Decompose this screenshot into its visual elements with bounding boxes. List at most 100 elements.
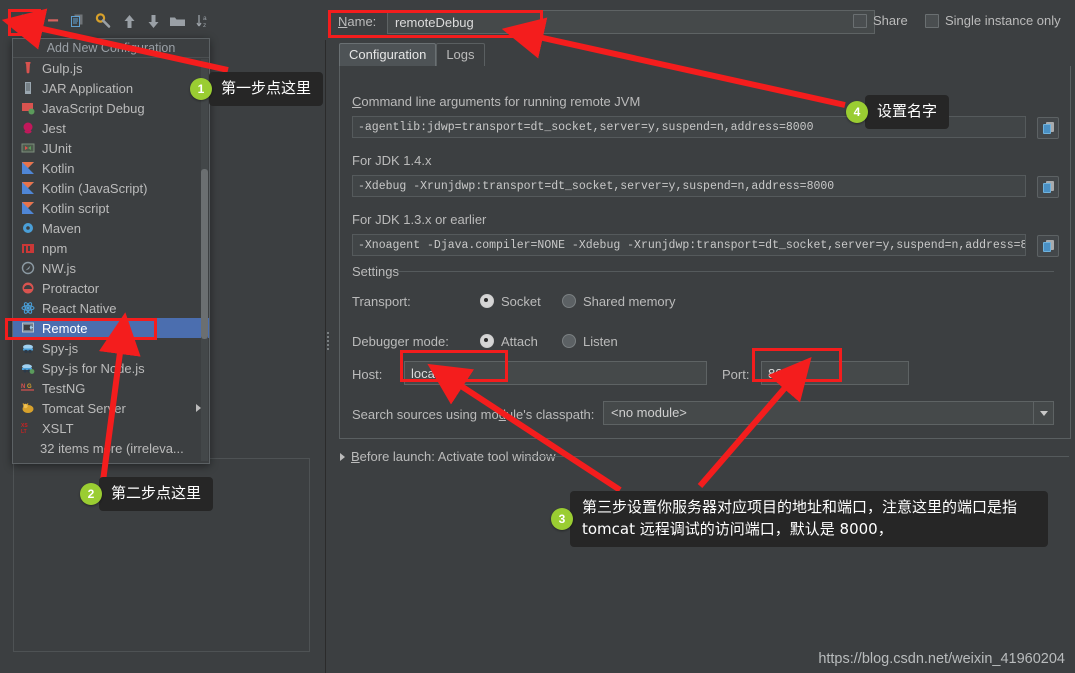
config-type-item-javascript-debug[interactable]: JavaScript Debug — [13, 98, 209, 118]
copy-jdk13-button[interactable] — [1037, 235, 1059, 257]
callout-4-text: 设置名字 — [858, 95, 950, 129]
before-launch-divider — [524, 456, 1069, 457]
popup-scrollbar-thumb[interactable] — [201, 169, 208, 339]
nwjs-icon — [21, 261, 35, 275]
debugger-mode-option-attach[interactable]: Attach — [480, 334, 538, 349]
search-sources-value: <no module> — [611, 405, 687, 420]
share-checkbox-label: Share — [873, 13, 908, 28]
configuration-type-list[interactable]: Gulp.js JAR Application JavaScript Debug Je… — [13, 58, 209, 458]
config-type-item-testng[interactable]: N G TestNG — [13, 378, 209, 398]
junit-icon — [21, 143, 35, 153]
single-instance-checkbox-box[interactable] — [925, 13, 939, 28]
config-type-item-kotlin-javascript[interactable]: Kotlin (JavaScript) — [13, 178, 209, 198]
settings-group-divider — [397, 271, 1054, 272]
port-input[interactable]: 8000 — [761, 361, 909, 385]
folder-icon-svg — [169, 17, 185, 26]
jest-icon — [21, 121, 35, 135]
radio-listen[interactable] — [562, 334, 576, 348]
config-type-item-spy-js-for-node-js[interactable]: Spy-js for Node.js — [13, 358, 209, 378]
config-type-item-react-native[interactable]: React Native — [13, 298, 209, 318]
sort-az-icon-svg: a z — [195, 15, 207, 29]
config-type-item-protractor[interactable]: Protractor — [13, 278, 209, 298]
splitter-dot — [327, 332, 329, 334]
config-type-item-nw-js[interactable]: NW.js — [13, 258, 209, 278]
move-up-icon[interactable] — [118, 10, 140, 32]
callout-1-text: 第一步点这里 — [202, 72, 324, 106]
svg-text:G: G — [27, 384, 32, 390]
config-type-label: Gulp.js — [42, 60, 83, 76]
remove-configuration-icon[interactable]: − — [42, 10, 64, 32]
config-type-label: React Native — [42, 300, 117, 316]
tomcat-icon — [22, 403, 34, 413]
config-type-item-kotlin-script[interactable]: Kotlin script — [13, 198, 209, 218]
new-folder-icon[interactable] — [166, 10, 188, 32]
name-input[interactable]: remoteDebug — [387, 10, 875, 34]
edit-templates-gear-icon[interactable] — [92, 10, 114, 32]
move-down-icon[interactable] — [142, 10, 164, 32]
config-type-more-label: 32 items more (irreleva... — [40, 440, 184, 456]
config-type-label: Spy-js — [42, 340, 79, 356]
config-type-label: Kotlin script — [42, 200, 110, 216]
editor-tabs[interactable]: Configuration Logs — [339, 42, 485, 66]
name-row: Name: remoteDebug Share Single instance … — [333, 10, 1075, 36]
share-checkbox[interactable]: Share — [853, 13, 908, 28]
nwjs-icon — [21, 261, 35, 275]
gulp-icon — [25, 62, 31, 74]
config-type-label: XSLT — [42, 420, 74, 436]
host-input[interactable]: localhost — [404, 361, 707, 385]
jdk13-heading: For JDK 1.3.x or earlier — [352, 212, 487, 227]
jest-icon — [23, 122, 33, 134]
kotlin-icon — [21, 181, 35, 195]
config-type-item-gulp-js[interactable]: Gulp.js — [13, 58, 209, 78]
single-instance-checkbox[interactable]: Single instance only — [925, 13, 1061, 28]
radio-socket[interactable] — [480, 294, 494, 308]
react-native-icon — [21, 302, 35, 314]
copy-cmdline-button[interactable] — [1037, 117, 1059, 139]
tab-configuration[interactable]: Configuration — [339, 43, 437, 66]
xslt-icon: XSLT — [21, 423, 28, 435]
config-type-item-maven[interactable]: Maven — [13, 218, 209, 238]
jdk14-field[interactable]: -Xdebug -Xrunjdwp:transport=dt_socket,se… — [352, 175, 1026, 197]
transport-option-socket[interactable]: Socket — [480, 294, 541, 309]
config-type-item-junit[interactable]: JUnit — [13, 138, 209, 158]
add-new-configuration-popup[interactable]: Add New Configuration Gulp.js JAR Applica… — [12, 38, 210, 464]
chevron-right-icon[interactable] — [340, 452, 345, 461]
copy-jdk14-button[interactable] — [1037, 176, 1059, 198]
search-sources-combo[interactable]: <no module> — [603, 401, 1054, 425]
config-type-item-xslt[interactable]: XS LT XSLT — [13, 418, 209, 438]
jdk13-field[interactable]: -Xnoagent -Djava.compiler=NONE -Xdebug -… — [352, 234, 1026, 256]
testng-icon: NG — [21, 384, 34, 391]
junit-icon — [21, 141, 35, 155]
callout-1: 1 第一步点这里 — [190, 72, 324, 106]
config-type-label: Protractor — [42, 280, 100, 296]
config-type-item-kotlin[interactable]: Kotlin — [13, 158, 209, 178]
config-type-item-jar-application[interactable]: JAR Application — [13, 78, 209, 98]
splitter-dot — [327, 340, 329, 342]
spyjs-node-icon — [22, 364, 35, 374]
callout-3: 3 第三步设置你服务器对应项目的地址和端口，注意这里的端口是指 tomcat 远… — [551, 491, 1048, 547]
config-type-more-item[interactable]: 32 items more (irreleva... — [13, 438, 209, 458]
tomcat-icon — [21, 401, 35, 415]
config-type-item-jest[interactable]: Jest — [13, 118, 209, 138]
transport-option-shared-memory[interactable]: Shared memory — [562, 294, 675, 309]
configuration-tab-content: Command line arguments for running remot… — [339, 66, 1071, 439]
chevron-down-icon[interactable] — [1033, 402, 1053, 424]
add-configuration-icon[interactable]: + — [12, 10, 34, 32]
debugger-mode-option-listen[interactable]: Listen — [562, 334, 618, 349]
copy-configuration-icon[interactable] — [66, 10, 88, 32]
config-type-item-npm[interactable]: npm — [13, 238, 209, 258]
protractor-icon — [21, 281, 35, 295]
gulp-icon — [21, 61, 35, 75]
callout-1-badge: 1 — [190, 77, 212, 100]
config-type-item-spy-js[interactable]: Spy-js — [13, 338, 209, 358]
config-type-item-tomcat-server[interactable]: Tomcat Server — [13, 398, 209, 418]
config-type-label: JUnit — [42, 140, 72, 156]
radio-shared-memory[interactable] — [562, 294, 576, 308]
search-sources-label: Search sources using module's classpath: — [352, 407, 595, 422]
tab-logs[interactable]: Logs — [436, 43, 485, 66]
config-type-item-remote[interactable]: Remote — [13, 318, 209, 338]
share-checkbox-box[interactable] — [853, 13, 867, 28]
sort-alphabetically-icon[interactable]: a z — [192, 10, 214, 32]
arrow-down-icon-svg — [148, 14, 158, 28]
radio-attach[interactable] — [480, 334, 494, 348]
